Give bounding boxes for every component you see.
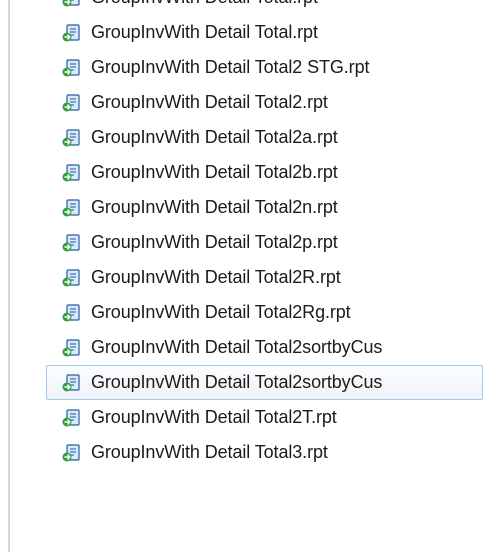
crystal-report-icon bbox=[62, 233, 80, 251]
file-list-item[interactable]: GroupInvWith Detail Total2p.rpt bbox=[46, 225, 483, 260]
crystal-report-icon bbox=[62, 373, 80, 391]
crystal-report-icon bbox=[62, 443, 80, 461]
crystal-report-icon bbox=[62, 198, 80, 216]
crystal-report-icon bbox=[62, 23, 80, 41]
file-name: GroupInvWith Detail Total2a.rpt bbox=[91, 127, 338, 147]
crystal-report-icon bbox=[62, 128, 80, 146]
file-list-item[interactable]: GroupInvWith Detail Total.rpt bbox=[46, 0, 483, 15]
file-name: GroupInvWith Detail Total3.rpt bbox=[91, 442, 328, 462]
crystal-report-icon bbox=[62, 268, 80, 286]
file-name: GroupInvWith Detail Total2n.rpt bbox=[91, 197, 338, 217]
file-list-item[interactable]: GroupInvWith Detail Total2sortbyCus bbox=[46, 330, 483, 365]
file-list-item[interactable]: GroupInvWith Detail Total.rpt bbox=[46, 15, 483, 50]
crystal-report-icon bbox=[62, 408, 80, 426]
file-name: GroupInvWith Detail Total.rpt bbox=[91, 22, 318, 42]
file-list: GroupInvWith Detail Total.rpt GroupInvWi… bbox=[46, 0, 483, 470]
file-list-item-selected[interactable]: GroupInvWith Detail Total2sortbyCus bbox=[46, 365, 483, 400]
file-name: GroupInvWith Detail Total2R.rpt bbox=[91, 267, 341, 287]
file-list-item[interactable]: GroupInvWith Detail Total3.rpt bbox=[46, 435, 483, 470]
file-name: GroupInvWith Detail Total2 STG.rpt bbox=[91, 57, 370, 77]
file-name: GroupInvWith Detail Total2b.rpt bbox=[91, 162, 338, 182]
file-list-item[interactable]: GroupInvWith Detail Total2n.rpt bbox=[46, 190, 483, 225]
file-list-item[interactable]: GroupInvWith Detail Total2 STG.rpt bbox=[46, 50, 483, 85]
crystal-report-icon bbox=[62, 0, 80, 6]
crystal-report-icon bbox=[62, 163, 80, 181]
file-name: GroupInvWith Detail Total2.rpt bbox=[91, 92, 328, 112]
file-name: GroupInvWith Detail Total2T.rpt bbox=[91, 407, 337, 427]
crystal-report-icon bbox=[62, 58, 80, 76]
file-list-item[interactable]: GroupInvWith Detail Total2b.rpt bbox=[46, 155, 483, 190]
file-list-item[interactable]: GroupInvWith Detail Total2a.rpt bbox=[46, 120, 483, 155]
file-name: GroupInvWith Detail Total2p.rpt bbox=[91, 232, 338, 252]
file-name: GroupInvWith Detail Total.rpt bbox=[91, 0, 318, 8]
pane-border bbox=[8, 0, 10, 552]
crystal-report-icon bbox=[62, 93, 80, 111]
file-name: GroupInvWith Detail Total2sortbyCus bbox=[91, 337, 383, 357]
file-list-item[interactable]: GroupInvWith Detail Total2.rpt bbox=[46, 85, 483, 120]
file-name: GroupInvWith Detail Total2sortbyCus bbox=[91, 372, 383, 392]
file-list-item[interactable]: GroupInvWith Detail Total2T.rpt bbox=[46, 400, 483, 435]
crystal-report-icon bbox=[62, 303, 80, 321]
file-list-item[interactable]: GroupInvWith Detail Total2Rg.rpt bbox=[46, 295, 483, 330]
crystal-report-icon bbox=[62, 338, 80, 356]
file-list-item[interactable]: GroupInvWith Detail Total2R.rpt bbox=[46, 260, 483, 295]
file-name: GroupInvWith Detail Total2Rg.rpt bbox=[91, 302, 351, 322]
